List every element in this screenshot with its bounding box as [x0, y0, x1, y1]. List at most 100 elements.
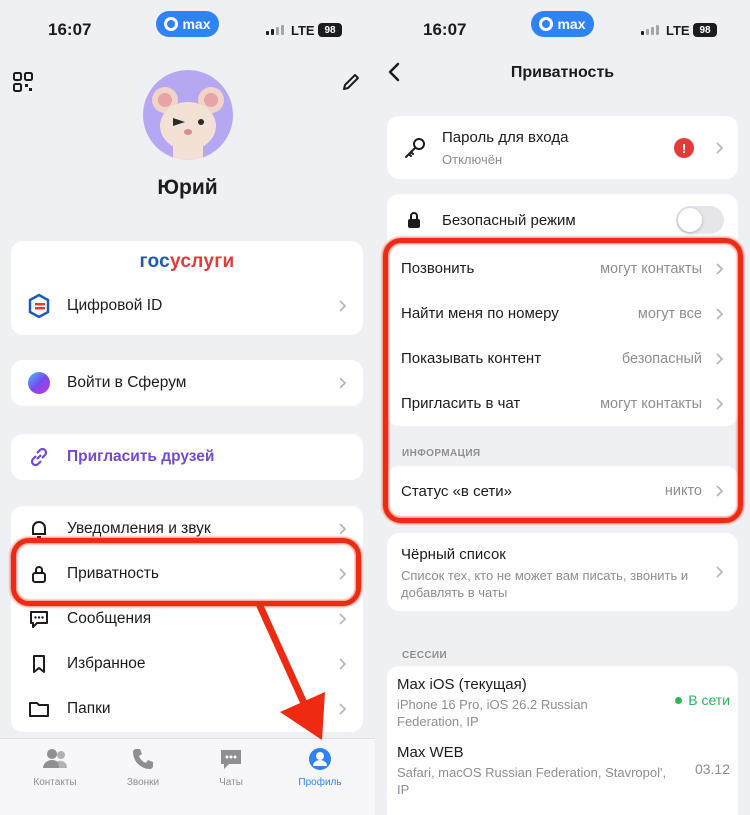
tab-bar: Контакты Звонки Чаты Профиль — [0, 738, 375, 815]
profile-screen: 16:07 max LTE 98 Юрий гос услуги Цифрово… — [0, 0, 375, 815]
gosuslugi-logo-part1: гос — [139, 251, 171, 272]
blacklist-card[interactable]: Чёрный список Список тех, кто не может в… — [387, 533, 738, 611]
chevron-right-icon — [716, 485, 724, 497]
chevron-right-icon — [716, 352, 724, 365]
blacklist-label: Чёрный список — [401, 546, 506, 563]
chevron-right-icon — [339, 657, 347, 670]
link-icon — [23, 441, 55, 473]
find-by-number-value: могут все — [637, 305, 702, 322]
gosuslugi-logo: гос услуги — [11, 241, 363, 283]
password-card[interactable]: Пароль для входа Отключён ! — [387, 116, 738, 179]
qr-code-icon[interactable] — [13, 72, 33, 92]
profile-icon — [309, 748, 331, 770]
status-bar: 16:07 max LTE 98 — [375, 0, 750, 56]
page-title: Приватность — [510, 64, 615, 81]
safe-mode-row: Безопасный режим — [387, 194, 738, 246]
invite-friends-row[interactable]: Пригласить друзей — [11, 434, 363, 479]
folders-row[interactable]: Папки — [11, 686, 363, 731]
tab-profile[interactable]: Профиль — [285, 747, 355, 788]
call-permission-value: могут контакты — [600, 260, 702, 277]
call-permission-row[interactable]: Позвонить могут контакты — [387, 246, 738, 291]
sferum-card: Войти в Сферум — [11, 360, 363, 406]
show-content-value: безопасный — [621, 350, 702, 367]
digital-id-label: Цифровой ID — [67, 296, 163, 314]
hamster-avatar-icon — [152, 87, 224, 160]
max-logo-icon — [164, 17, 179, 31]
folder-icon — [23, 693, 55, 725]
invite-friends-label: Пригласить друзей — [67, 447, 215, 465]
online-status-value: никто — [664, 483, 702, 499]
session-date: 03.12 — [694, 761, 730, 777]
chevron-right-icon — [716, 397, 724, 410]
settings-card: Уведомления и звук Приватность Сообщения… — [11, 506, 363, 732]
chevron-right-icon — [339, 376, 347, 389]
chevron-right-icon — [716, 262, 724, 275]
network-label: LTE — [291, 23, 315, 38]
key-icon — [405, 138, 425, 158]
tab-profile-label: Профиль — [298, 777, 342, 788]
find-by-number-row[interactable]: Найти меня по номеру могут все — [387, 291, 738, 336]
chat-bubble-icon — [221, 750, 241, 769]
chevron-right-icon — [339, 522, 347, 535]
chevron-right-icon — [339, 612, 347, 625]
tab-chats[interactable]: Чаты — [196, 747, 266, 788]
bell-icon — [23, 513, 55, 545]
privacy-row[interactable]: Приватность — [11, 551, 363, 596]
show-content-label: Показывать контент — [401, 350, 542, 367]
invite-to-chat-row[interactable]: Пригласить в чат могут контакты — [387, 381, 738, 426]
blacklist-desc: Список тех, кто не может вам писать, зво… — [401, 568, 689, 600]
password-label: Пароль для входа — [442, 129, 569, 146]
notifications-label: Уведомления и звук — [67, 519, 211, 537]
tab-chats-label: Чаты — [219, 777, 243, 788]
safe-mode-toggle[interactable] — [676, 206, 724, 234]
session-name: Max iOS (текущая) — [397, 676, 527, 693]
folders-label: Папки — [67, 699, 111, 717]
lock-icon — [23, 558, 55, 590]
gosuslugi-card: гос услуги Цифровой ID — [11, 241, 363, 335]
digital-id-row[interactable]: Цифровой ID — [11, 283, 363, 328]
notifications-row[interactable]: Уведомления и звук — [11, 506, 363, 551]
tab-contacts[interactable]: Контакты — [20, 747, 90, 788]
privacy-screen: 16:07 max LTE 98 Приватность Пароль для … — [375, 0, 750, 815]
edit-pencil-icon[interactable] — [341, 72, 361, 92]
chevron-right-icon — [716, 142, 724, 154]
gosuslugi-logo-part2: услуги — [170, 251, 235, 272]
privacy-label: Приватность — [67, 564, 159, 582]
battery-icon: 98 — [693, 23, 717, 37]
status-bar: 16:07 max LTE 98 — [0, 0, 375, 56]
messages-label: Сообщения — [67, 609, 152, 627]
favorites-row[interactable]: Избранное — [11, 641, 363, 686]
max-logo-icon — [539, 17, 554, 31]
sferum-icon — [23, 367, 55, 399]
info-section-header: ИНФОРМАЦИЯ — [402, 448, 481, 459]
chevron-right-icon — [716, 566, 724, 578]
lock-icon — [408, 212, 420, 228]
digital-id-icon — [23, 290, 55, 322]
session-online-status: В сети — [675, 692, 730, 708]
signal-icon — [266, 25, 284, 35]
show-content-row[interactable]: Показывать контент безопасный — [387, 336, 738, 381]
bookmark-icon — [23, 648, 55, 680]
permissions-card: Безопасный режим Позвонить могут контакт… — [387, 194, 738, 426]
alert-badge: ! — [674, 138, 694, 158]
session-online-label: В сети — [688, 692, 730, 708]
app-pill: max — [531, 11, 594, 37]
contacts-icon — [43, 749, 68, 768]
sessions-section-header: СЕССИИ — [402, 650, 448, 661]
session-desc: Safari, macOS Russian Federation, Stavro… — [397, 765, 667, 797]
avatar[interactable] — [143, 70, 233, 160]
messages-row[interactable]: Сообщения — [11, 596, 363, 641]
invite-to-chat-label: Пригласить в чат — [401, 395, 521, 412]
toggle-knob — [678, 208, 702, 232]
safe-mode-label: Безопасный режим — [442, 211, 576, 229]
invite-card: Пригласить друзей — [11, 434, 363, 480]
online-status-row[interactable]: Статус «в сети» никто — [387, 466, 738, 516]
sessions-card: Max iOS (текущая) iPhone 16 Pro, iOS 26.… — [387, 666, 738, 815]
session-name: Max WEB — [397, 744, 464, 761]
chevron-right-icon — [339, 299, 347, 312]
tab-calls[interactable]: Звонки — [108, 747, 178, 788]
online-dot-icon — [675, 696, 683, 704]
chevron-right-icon — [716, 307, 724, 320]
sferum-row[interactable]: Войти в Сферум — [11, 360, 363, 405]
invite-to-chat-value: могут контакты — [600, 395, 702, 412]
